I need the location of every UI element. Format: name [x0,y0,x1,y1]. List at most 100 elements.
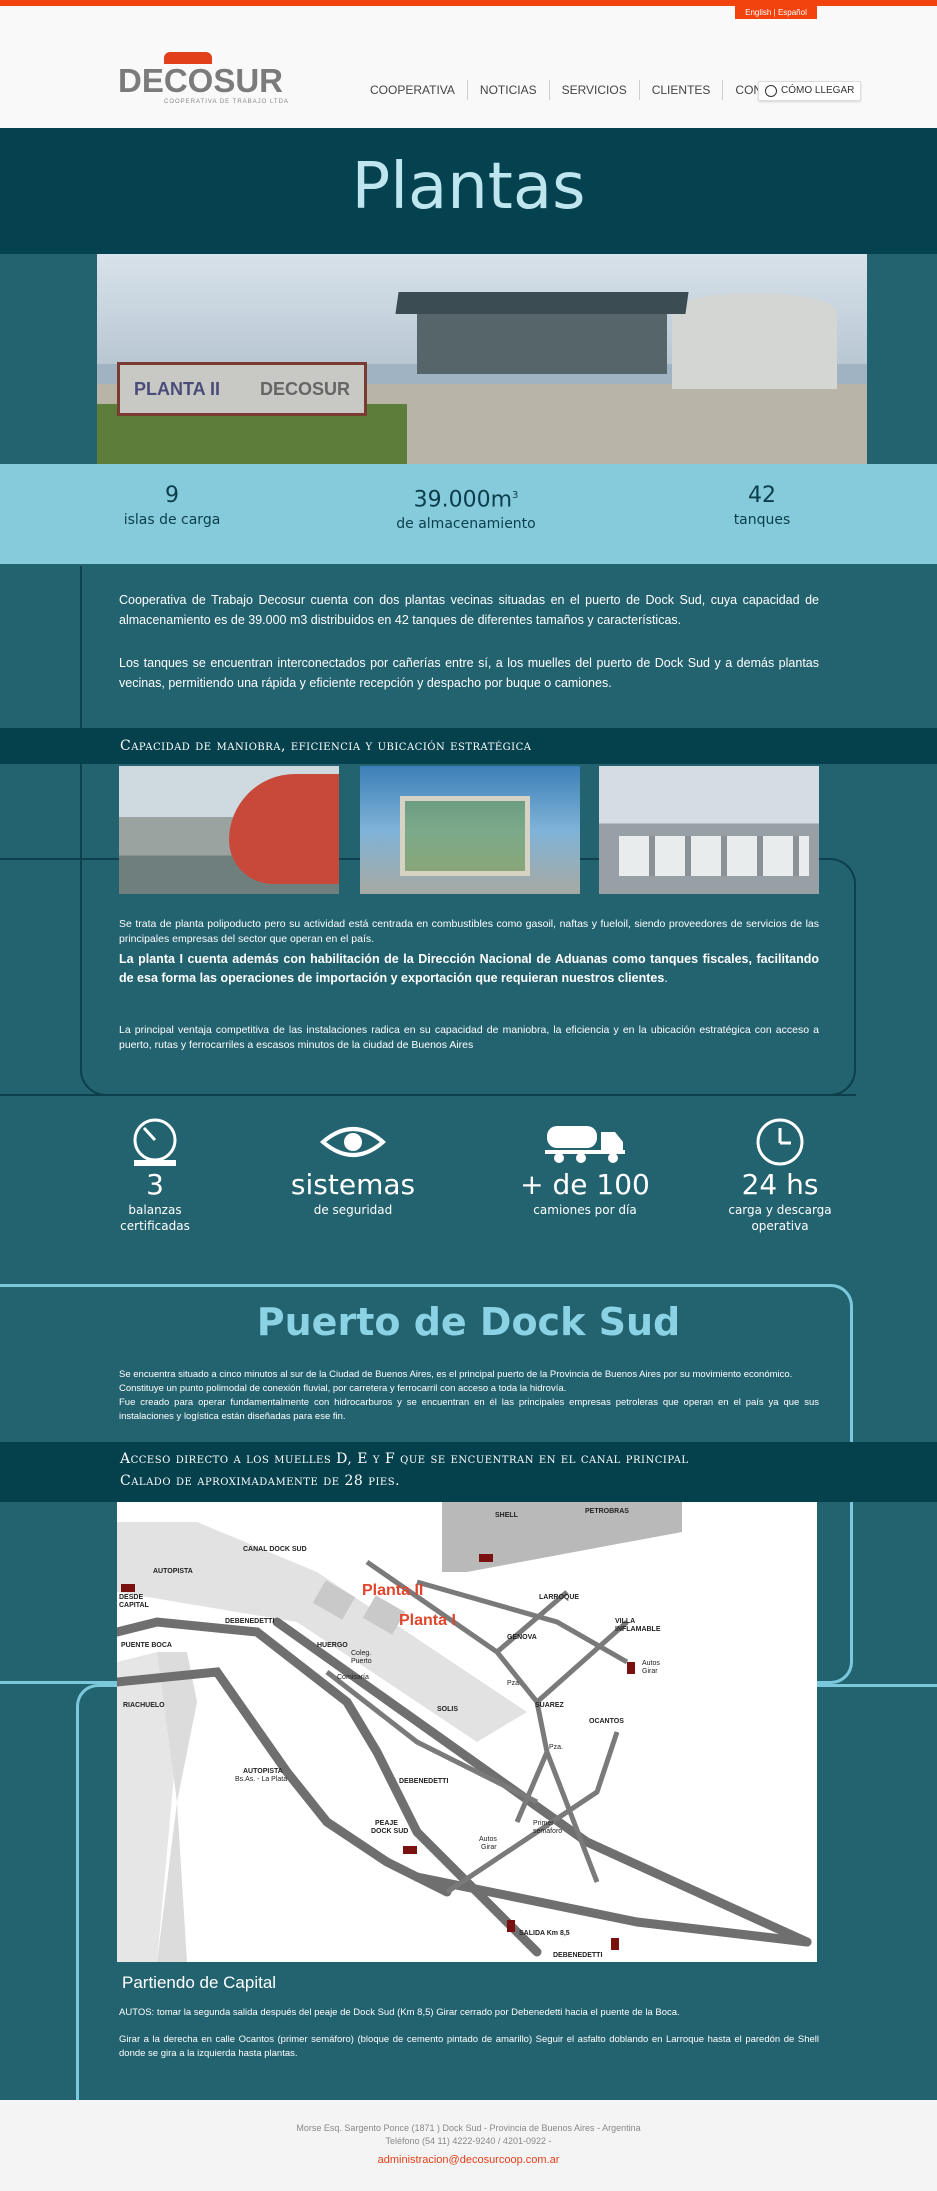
stat-islas: 9 islas de carga [112,482,232,530]
map-label-ocantos: OCANTOS [589,1718,624,1725]
feature-seguridad: sistemas de seguridad [283,1116,423,1218]
map-label-petrobras: PETROBRAS [585,1508,629,1515]
stat-almacenamiento-value: 39.000m [413,487,513,513]
map-label-dock-sud: DOCK SUD [371,1828,409,1835]
feature-24hs: 24 hs carga y descarga operativa [720,1116,840,1234]
feature-seguridad-sub: de seguridad [313,1203,393,1217]
map-label-autopista-2: AUTOPISTA [243,1768,283,1775]
logo-word: DECOSUR [118,62,284,99]
globe-icon [765,85,777,97]
acceso-line-1: Acceso directo a los muelles D, E y F qu… [120,1451,689,1467]
hero-sign-planta: PLANTA II [134,379,220,399]
nav-item-noticias[interactable]: NOTICIAS [468,80,550,100]
map-label-comisaria: Comisaría [337,1674,369,1681]
map-label-capital: CAPITAL [119,1602,149,1609]
hero-tank [672,294,837,389]
page-title: Plantas [351,150,586,224]
partiendo-title: Partiendo de Capital [122,1973,277,1992]
map-roads [117,1502,812,1962]
map-planta-2-label: Planta II [362,1582,424,1599]
map-label-plaza-2: Pza. [549,1744,564,1751]
stat-islas-label: islas de carga [123,512,221,528]
hero-sign-decosur: DECOSUR [260,379,351,399]
puerto-line-1: Se encuentra situado a cinco minutos al … [119,1369,793,1380]
como-llegar-label: CÓMO LLEGAR [781,85,855,96]
scale-icon [133,1118,177,1166]
map-arrow-peaje [403,1846,417,1854]
map-label-riachuelo: RIACHUELO [123,1702,165,1709]
feature-balanzas: 3 balanzas certificadas [100,1116,210,1234]
planta-paragraph-3: La principal ventaja competitiva de las … [119,1024,819,1051]
acceso-text: Acceso directo a los muelles D, E y F qu… [120,1448,689,1492]
footer-address: Morse Esq. Sargento Ponce (1871 ) Dock S… [296,2123,641,2133]
map-arrow-capital [121,1584,135,1592]
intro-paragraph-1: Cooperativa de Trabajo Decosur cuenta co… [119,593,819,627]
map-label-desde: DESDE [119,1594,144,1601]
stat-almacenamiento-number: 39.000m3 [386,482,546,514]
footer-email-link[interactable]: administracion@decosurcoop.com.ar [0,2154,937,2166]
map-arrow-salida [507,1920,515,1932]
language-switcher: English | Español [735,6,817,19]
clock-icon [756,1118,804,1166]
footer-spacer [0,2100,937,2122]
truck-row [619,836,809,876]
intro-paragraph-2: Los tanques se encuentran interconectado… [119,656,819,690]
feature-24hs-sub1: carga y descarga [728,1203,832,1217]
map-label-solis: SOLIS [437,1706,459,1713]
map-planta-1-label: Planta I [399,1612,456,1629]
map-arrow-shell [479,1554,493,1562]
feature-camiones-number: + de 100 [520,1168,650,1201]
como-llegar-button[interactable]: CÓMO LLEGAR [758,81,861,101]
puerto-title: Puerto de Dock Sud [256,1300,681,1344]
nav-item-clientes[interactable]: CLIENTES [640,80,724,100]
pipe-structure [400,796,530,876]
stat-almacenamiento: 39.000m3 de almacenamiento [386,482,546,534]
photo-pipes [360,766,580,894]
tanker-truck-icon [545,1126,625,1163]
map-label-girar-2: Girar [481,1844,497,1851]
feature-balanzas-number: 3 [146,1168,164,1201]
puerto-line-3: Fue creado para operar fundamentalmente … [119,1397,819,1422]
stat-tanques: 42 tanques [702,482,822,530]
feature-24hs-sub2: operativa [751,1219,809,1233]
nav-item-cooperativa[interactable]: COOPERATIVA [358,80,468,100]
eye-icon [320,1127,386,1157]
footer-phone: Teléfono (54 11) 4222-9240 / 4201-0922 - [385,2136,552,2146]
site-header: DECOSUR COOPERATIVA DE TRABAJO LTDA COOP… [0,6,937,128]
stat-almacenamiento-label: de almacenamiento [396,516,536,533]
stat-tanques-number: 42 [748,483,776,508]
map-arrow-villa [627,1662,635,1674]
map-label-debenedetti-2: DEBENEDETTI [399,1778,449,1785]
acceso-line-2: Calado de aproximadamente de 28 pies. [120,1473,401,1489]
map-label-debenedetti-3: DEBENEDETTI [553,1952,603,1959]
hero-canopy [395,292,689,314]
planta-paragraph-2-text: La planta I cuenta además con habilitaci… [119,952,819,985]
decosur-logo[interactable]: DECOSUR COOPERATIVA DE TRABAJO LTDA [118,52,290,108]
photo-trucks [599,766,819,894]
lang-english[interactable]: English [745,8,771,17]
lang-espanol[interactable]: Español [778,8,807,17]
map-label-autos-2: Autos [479,1836,497,1843]
map-label-girar-1: Girar [642,1668,658,1675]
main-nav: COOPERATIVA NOTICIAS SERVICIOS CLIENTES … [358,78,814,102]
partiendo-paragraph-1: AUTOS: tomar la segunda salida después d… [119,2007,680,2018]
feature-balanzas-sub1: balanzas [128,1203,182,1217]
map-label-puerto: Puerto [351,1658,372,1665]
feature-camiones-sub: camiones por día [533,1203,637,1217]
partiendo-paragraph-2: Girar a la derecha en calle Ocantos (pri… [119,2034,819,2059]
map-label-autopista-1: AUTOPISTA [153,1568,193,1575]
feature-seguridad-title: sistemas [290,1168,416,1201]
hero-image-planta: PLANTA II DECOSUR [97,254,867,464]
puerto-line-2: Constituye un punto polimodal de conexió… [119,1383,567,1394]
map-label-colegio: Coleg. [351,1650,372,1657]
map-label-puente-boca: PUENTE BOCA [121,1642,172,1649]
map-label-canal: CANAL DOCK SUD [243,1546,307,1553]
site-footer: Morse Esq. Sargento Ponce (1871 ) Dock S… [0,2100,937,2191]
map-label-villa: VILLA [615,1618,636,1625]
nav-item-servicios[interactable]: SERVICIOS [550,80,640,100]
lang-separator: | [773,8,776,17]
map-label-autos-1: Autos [642,1660,660,1667]
photo-ship-terminal [119,766,339,894]
location-map[interactable]: Planta II Planta I SHELL PETROBRAS CANAL… [117,1502,817,1962]
map-label-suarez: SUAREZ [535,1702,564,1709]
